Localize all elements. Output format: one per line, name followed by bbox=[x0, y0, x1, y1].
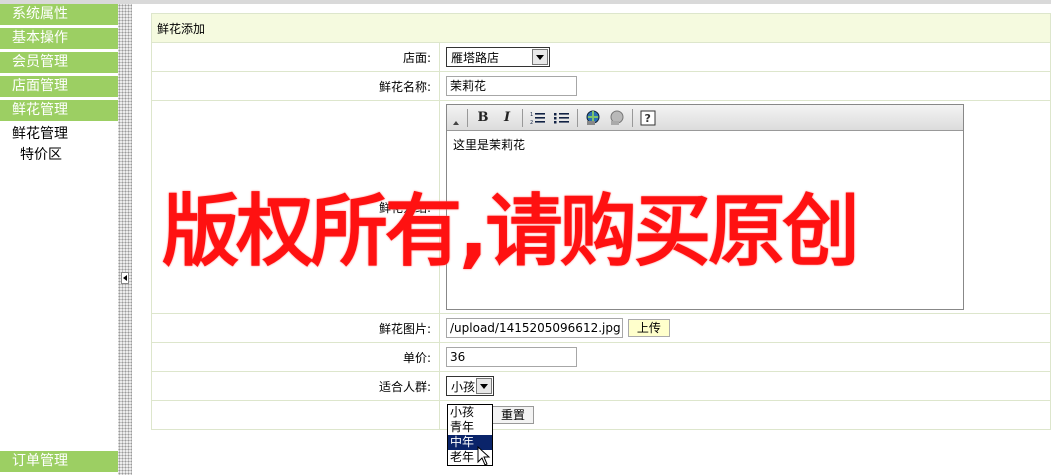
store-label: 店面: bbox=[151, 42, 440, 72]
editor-content[interactable]: 这里是茉莉花 bbox=[447, 131, 963, 158]
sidebar-splitter[interactable] bbox=[118, 4, 132, 475]
store-select[interactable]: 雁塔路店 bbox=[446, 47, 550, 67]
toolbar-separator bbox=[577, 108, 578, 127]
toolbar-separator bbox=[467, 108, 468, 127]
name-label: 鲜花名称: bbox=[151, 71, 440, 101]
toolbar-separator bbox=[632, 108, 633, 127]
chevron-down-icon[interactable] bbox=[532, 49, 548, 65]
image-label: 鲜花图片: bbox=[151, 313, 440, 343]
buttons-label-cell bbox=[151, 400, 440, 430]
menu-member-management[interactable]: 会员管理 bbox=[0, 52, 118, 73]
price-label: 单价: bbox=[151, 342, 440, 372]
reset-button[interactable]: 重置 bbox=[492, 406, 535, 424]
menu-flower-management[interactable]: 鲜花管理 bbox=[0, 100, 118, 121]
collapse-arrow-icon[interactable] bbox=[121, 272, 129, 284]
audience-option-child[interactable]: 小孩 bbox=[448, 405, 492, 420]
sidebar: 系统属性 基本操作 会员管理 店面管理 鲜花管理 鲜花管理 特价区 订单管理 bbox=[0, 4, 118, 475]
italic-icon[interactable]: I bbox=[498, 109, 516, 127]
menu-system-properties[interactable]: 系统属性 bbox=[0, 4, 118, 25]
form-title: 鲜花添加 bbox=[151, 13, 1051, 43]
audience-label: 适合人群: bbox=[151, 371, 440, 401]
submenu-flower-management[interactable]: 鲜花管理 bbox=[0, 124, 118, 145]
menu-store-management[interactable]: 店面管理 bbox=[0, 76, 118, 97]
bold-icon[interactable]: B bbox=[474, 109, 492, 127]
menu-order-management[interactable]: 订单管理 bbox=[0, 451, 118, 472]
name-input[interactable]: 茉莉花 bbox=[446, 76, 577, 96]
audience-select[interactable]: 小孩 bbox=[446, 376, 494, 396]
svg-text:1: 1 bbox=[530, 112, 533, 118]
svg-text:?: ? bbox=[645, 112, 651, 125]
toolbar-separator bbox=[522, 108, 523, 127]
svg-text:2: 2 bbox=[530, 120, 533, 125]
price-input[interactable]: 36 bbox=[446, 347, 577, 367]
audience-select-value: 小孩 bbox=[451, 379, 476, 394]
unlink-icon[interactable] bbox=[608, 109, 626, 127]
ordered-list-icon[interactable]: 12 bbox=[529, 109, 547, 127]
store-select-value: 雁塔路店 bbox=[451, 50, 500, 65]
top-bar bbox=[0, 0, 1051, 4]
audience-option-youth[interactable]: 青年 bbox=[448, 420, 492, 435]
upload-button[interactable]: 上传 bbox=[627, 319, 670, 337]
editor-toolbar: B I 12 ? bbox=[447, 105, 963, 131]
copyright-watermark: 版权所有,请购买原创 bbox=[162, 187, 860, 277]
help-icon[interactable]: ? bbox=[639, 109, 657, 127]
toolbar-grip-icon[interactable] bbox=[451, 109, 461, 127]
chevron-down-icon[interactable] bbox=[476, 378, 492, 394]
submenu-special-offers[interactable]: 特价区 bbox=[0, 145, 118, 166]
unordered-list-icon[interactable] bbox=[553, 109, 571, 127]
image-path-input[interactable]: /upload/1415205096612.jpg bbox=[446, 318, 623, 338]
menu-basic-operations[interactable]: 基本操作 bbox=[0, 28, 118, 49]
link-icon[interactable] bbox=[584, 109, 602, 127]
mouse-cursor-icon bbox=[477, 446, 491, 466]
